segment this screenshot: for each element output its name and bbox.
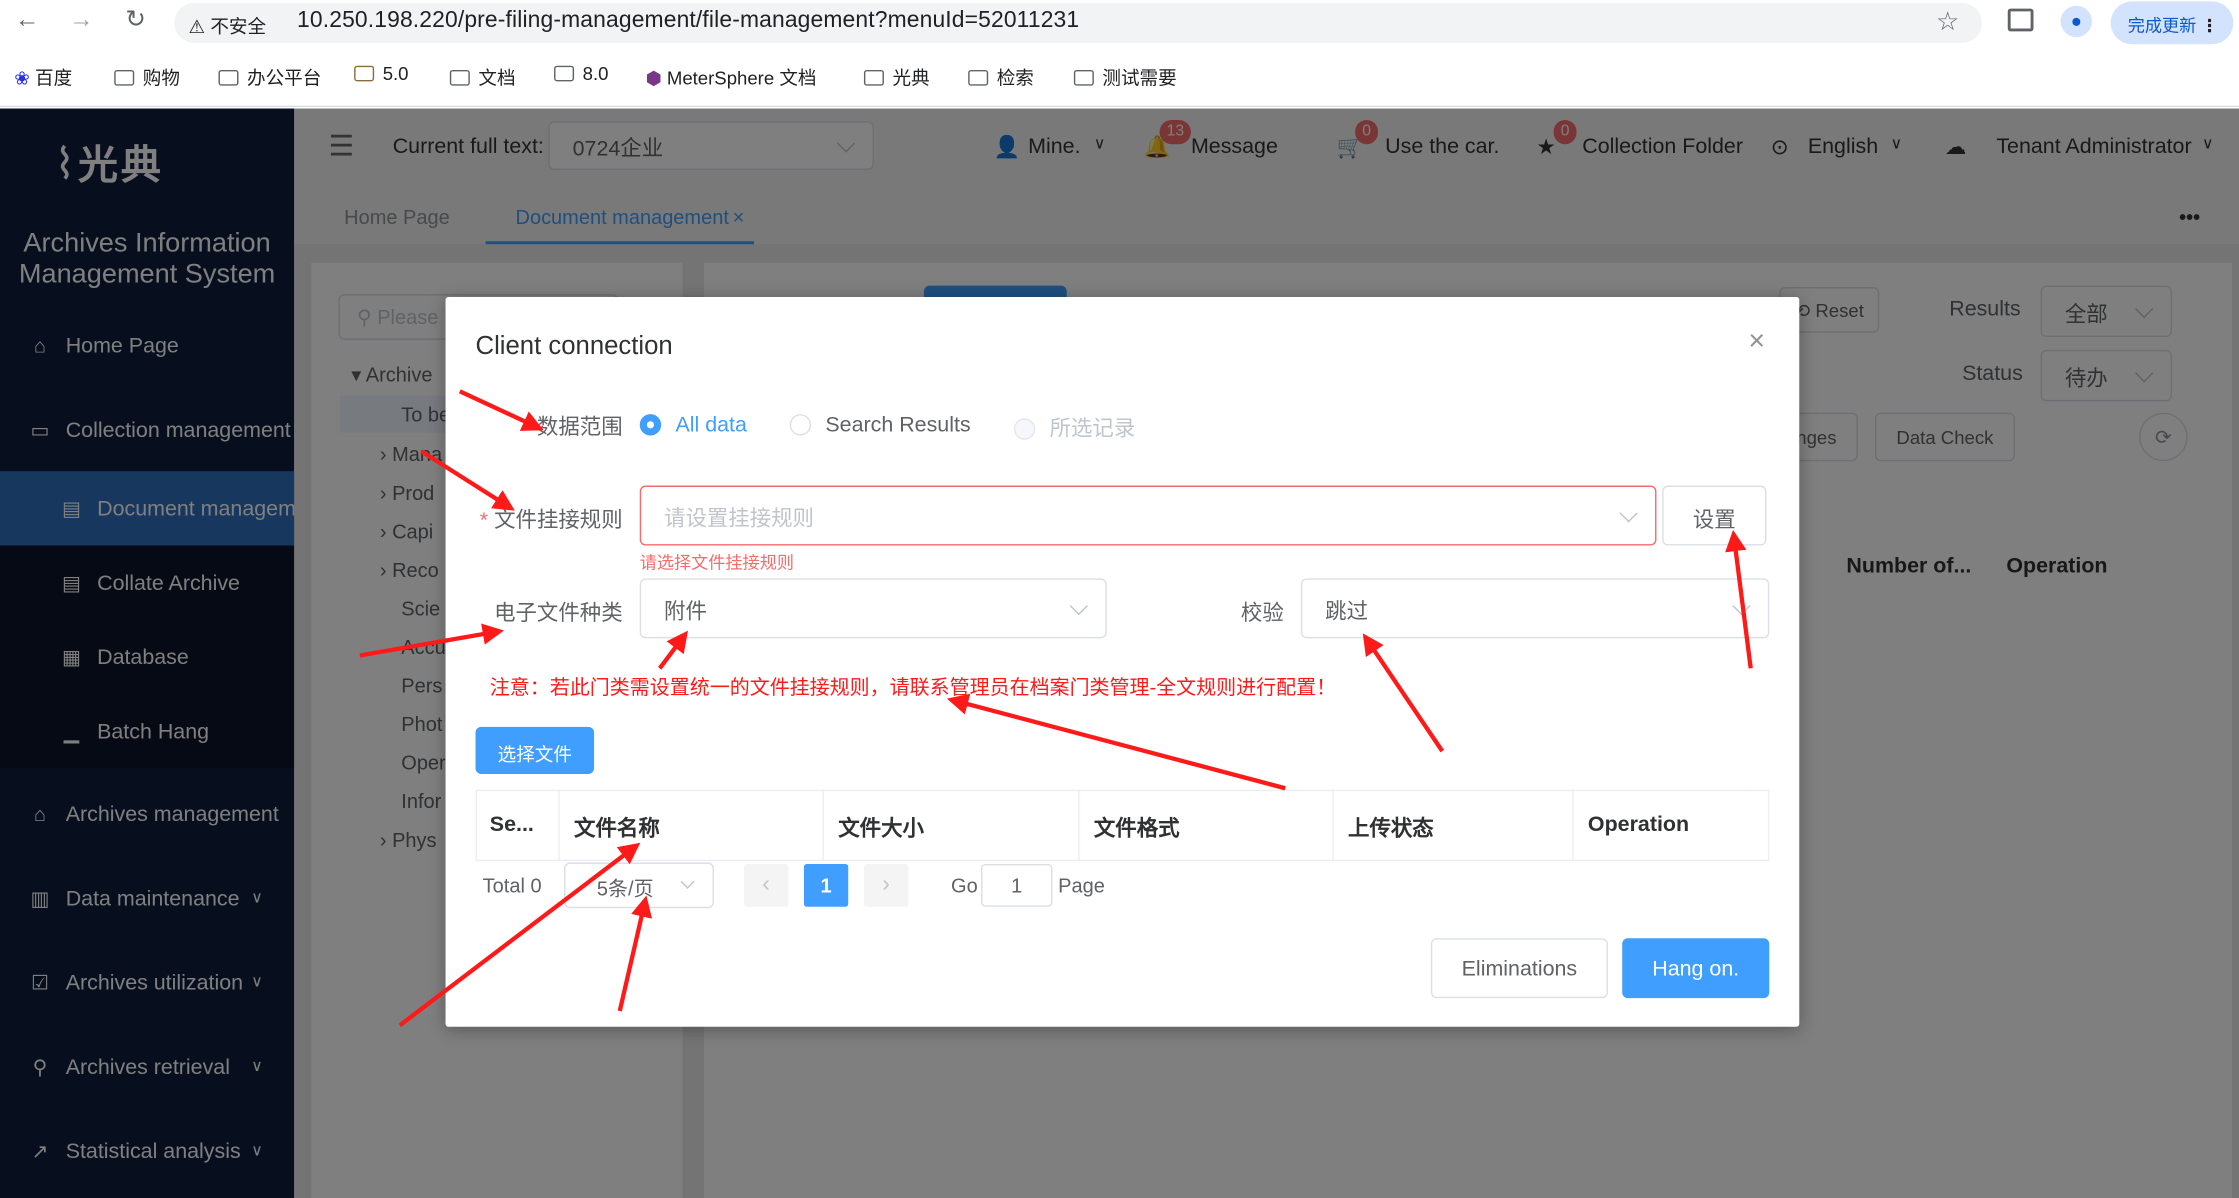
column-upload-status: 上传状态 (1334, 789, 1574, 862)
column-file-name: 文件名称 (560, 789, 824, 862)
select-file-button[interactable]: 选择文件 (475, 726, 595, 774)
rule-label: * 文件挂接规则 (479, 508, 623, 533)
bookmark-star-icon[interactable]: ☆ (1936, 7, 1959, 37)
security-label: 不安全 (210, 15, 267, 38)
dialog-title: Client connection (475, 331, 673, 360)
side-panel-icon[interactable] (2007, 8, 2034, 32)
url-text[interactable]: 10.250.198.220/pre-filing-management/fil… (297, 9, 1079, 35)
radio-search-results[interactable]: Search Results (789, 413, 971, 437)
folder-icon (449, 69, 470, 86)
scope-label: 数据范围 (536, 415, 623, 440)
update-label: 完成更新 (2127, 15, 2197, 36)
folder-icon (114, 69, 135, 86)
bookmark-docs[interactable]: 文档 (449, 63, 516, 90)
bookmark-50[interactable]: 5.0 (354, 63, 409, 84)
folder-icon (863, 69, 884, 86)
folder-icon (218, 69, 239, 86)
reload-icon[interactable]: ↻ (117, 6, 154, 37)
page-label: Page (1058, 873, 1105, 897)
bookmark-80[interactable]: 8.0 (554, 63, 608, 84)
profile-icon[interactable]: ● (2060, 5, 2093, 38)
column-file-size: 文件大小 (824, 789, 1080, 862)
radio-all-data[interactable]: All data (639, 413, 747, 437)
column-seq: Se... (476, 789, 560, 862)
image-icon (354, 65, 375, 82)
rule-select[interactable]: 请设置挂接规则 (639, 485, 1657, 546)
forward-icon[interactable]: → (63, 6, 100, 37)
rule-error: 请选择文件挂接规则 (639, 552, 794, 573)
notice-text: 注意：若此门类需设置统一的文件挂接规则，请联系管理员在档案门类管理-全文规则进行… (489, 675, 1337, 699)
column-file-format: 文件格式 (1080, 789, 1334, 862)
cancel-button[interactable]: Eliminations (1430, 938, 1608, 999)
update-button[interactable]: 完成更新 ⋮ (2110, 1, 2234, 45)
client-connection-dialog: Client connection × 数据范围 All data Search… (445, 297, 1800, 1027)
check-select[interactable]: 跳过 (1300, 578, 1770, 639)
page-number[interactable]: 1 (803, 863, 849, 907)
warning-icon: ⚠ 不安全 (188, 15, 267, 38)
bookmark-metersphere[interactable]: ⬢ MeterSphere 文档 (645, 63, 816, 90)
close-icon[interactable]: × (1748, 326, 1765, 359)
go-label: Go (951, 873, 978, 897)
file-type-label: 电子文件种类 (494, 601, 623, 626)
folder-icon (968, 69, 989, 86)
bookmark-test[interactable]: 测试需要 (1073, 63, 1177, 90)
bookmark-shopping[interactable]: 购物 (114, 63, 180, 90)
prev-page-button[interactable]: ‹ (743, 863, 789, 907)
bookmark-search[interactable]: 检索 (968, 63, 1034, 90)
address-bar[interactable]: ⚠ 不安全 10.250.198.220/pre-filing-manageme… (174, 2, 1983, 43)
file-type-select[interactable]: 附件 (639, 578, 1107, 639)
folder-icon (554, 65, 575, 82)
bookmark-guangdian[interactable]: 光典 (863, 63, 930, 90)
bookmark-baidu[interactable]: ❀ 百度 (14, 63, 72, 90)
total-count: Total 0 (482, 873, 542, 897)
column-operation: Operation (1587, 812, 1690, 837)
folder-icon (1073, 69, 1094, 86)
back-icon[interactable]: ← (9, 6, 46, 37)
bookmark-office[interactable]: 办公平台 (218, 63, 321, 90)
page-size-select[interactable]: 5条/页 (564, 862, 714, 909)
radio-selected-records: 所选记录 (1013, 413, 1135, 443)
settings-button[interactable]: 设置 (1662, 485, 1767, 546)
go-page-input[interactable]: 1 (981, 863, 1053, 907)
check-label: 校验 (1240, 601, 1284, 626)
next-page-button[interactable]: › (863, 863, 909, 907)
browser-chrome: ← → ↻ ⚠ 不安全 10.250.198.220/pre-filing-ma… (0, 0, 2239, 108)
confirm-button[interactable]: Hang on. (1622, 938, 1770, 999)
